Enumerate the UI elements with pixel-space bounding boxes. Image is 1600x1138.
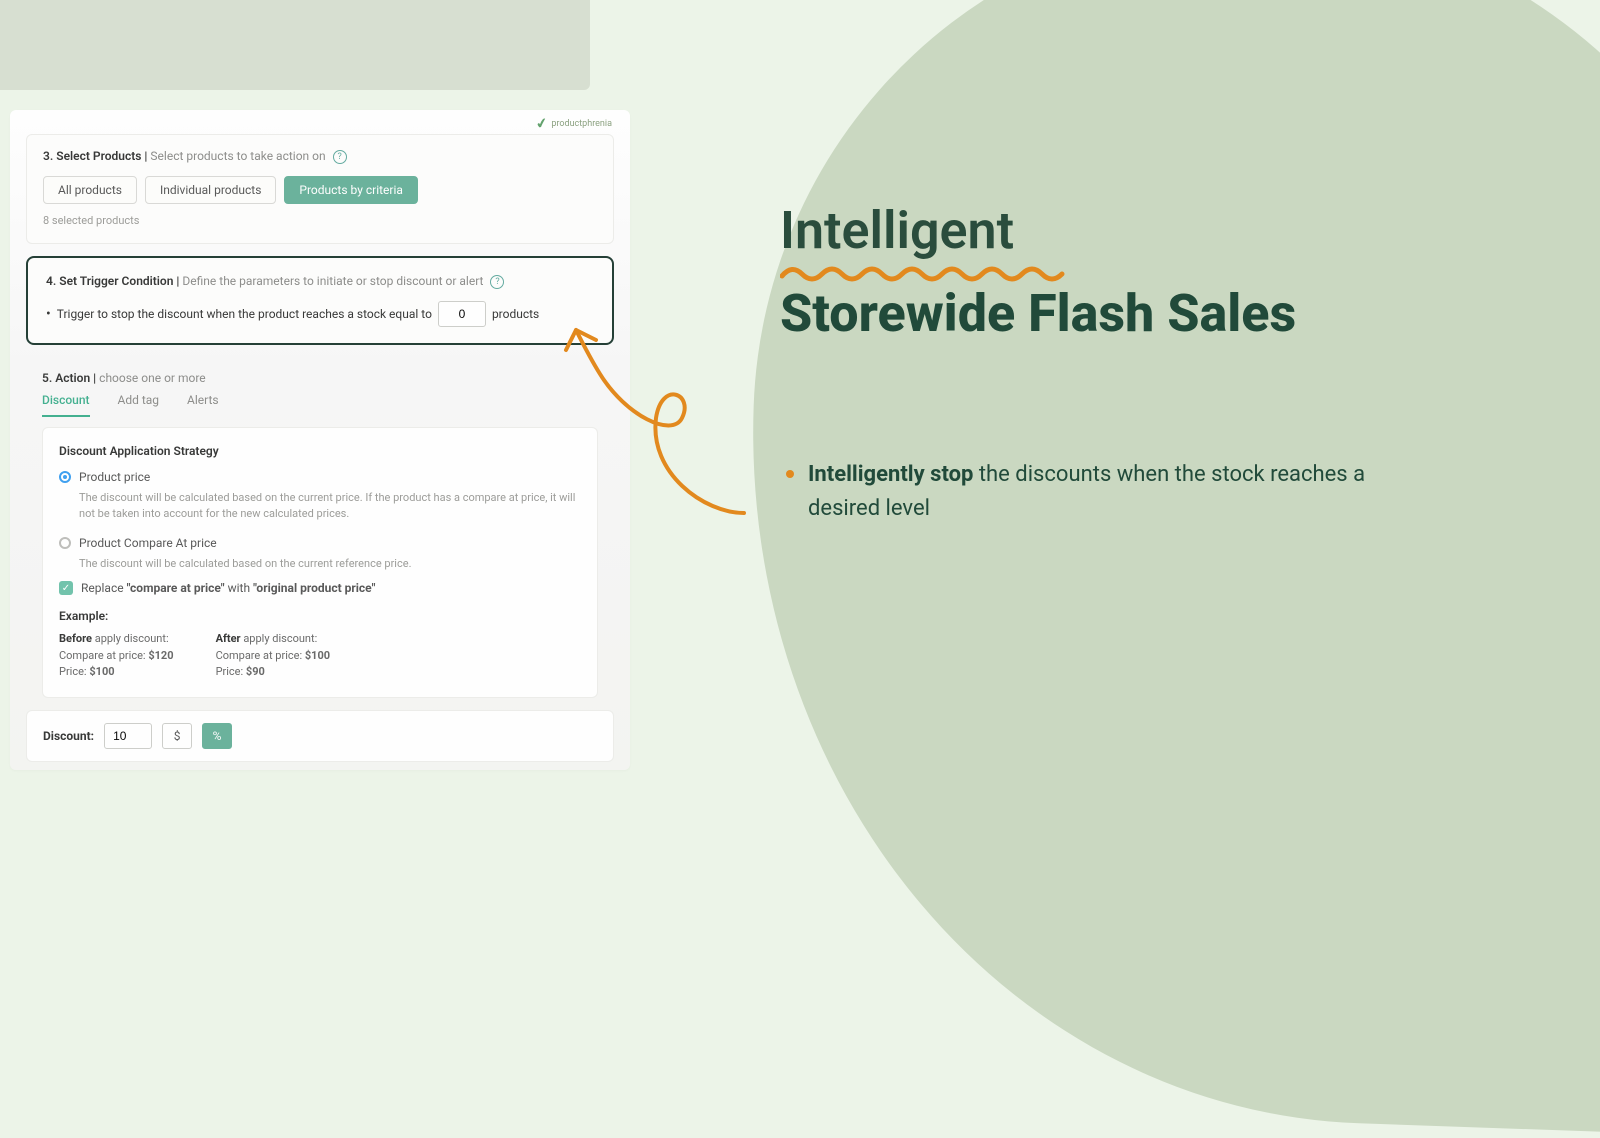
panel-select-products: 3. Select Products | Select products to … <box>26 134 614 244</box>
tab-discount[interactable]: Discount <box>42 393 90 417</box>
tab-add-tag[interactable]: Add tag <box>118 393 160 417</box>
panel-action: 5. Action | choose one or more Discount … <box>26 357 614 698</box>
logo-mark-icon: ✔ <box>534 115 549 133</box>
callout-arrow-icon <box>554 318 794 528</box>
opt2-desc: The discount will be calculated based on… <box>79 556 581 572</box>
strategy-title: Discount Application Strategy <box>59 444 581 458</box>
replace-checkbox[interactable]: ✓ <box>59 581 73 595</box>
step4-heading: 4. Set Trigger Condition <box>46 274 173 288</box>
strategy-card: Discount Application Strategy Product pr… <box>42 427 598 698</box>
bullet-icon: • <box>46 306 51 322</box>
selected-count: 8 selected products <box>43 214 597 227</box>
all-products-button[interactable]: All products <box>43 176 137 204</box>
step3-sub: Select products to take action on <box>150 149 325 163</box>
brand-logo: ✔ productphrenia <box>536 116 612 132</box>
panel-trigger-condition: 4. Set Trigger Condition | Define the pa… <box>26 256 614 345</box>
opt2-label: Product Compare At price <box>79 536 217 550</box>
trigger-stock-input[interactable] <box>438 301 486 327</box>
discount-bar: Discount: $ % <box>26 710 614 762</box>
trigger-text-prefix: Trigger to stop the discount when the pr… <box>57 307 432 321</box>
headline-line1: Intelligent <box>780 200 1014 261</box>
opt1-desc: The discount will be calculated based on… <box>79 490 581 522</box>
replace-text: Replace "compare at price" with "origina… <box>81 581 375 595</box>
radio-product-price[interactable] <box>59 471 71 483</box>
products-by-criteria-button[interactable]: Products by criteria <box>284 176 418 204</box>
opt1-label: Product price <box>79 470 150 484</box>
callout-text: Intelligently stop the discounts when th… <box>786 458 1426 526</box>
app-settings-card: ✔ productphrenia 3. Select Products | Se… <box>10 110 630 770</box>
individual-products-button[interactable]: Individual products <box>145 176 276 204</box>
example-label: Example: <box>59 609 581 623</box>
step4-sub: Define the parameters to initiate or sto… <box>182 274 483 288</box>
help-icon[interactable]: ? <box>490 275 504 289</box>
unit-dollar-button[interactable]: $ <box>162 723 192 749</box>
unit-percent-button[interactable]: % <box>202 723 232 749</box>
tab-alerts[interactable]: Alerts <box>187 393 219 417</box>
radio-compare-at-price[interactable] <box>59 537 71 549</box>
discount-value-input[interactable] <box>104 723 152 749</box>
callout-bold: Intelligently stop <box>808 462 973 487</box>
trigger-text-suffix: products <box>492 307 539 321</box>
example-columns: Before apply discount: Compare at price:… <box>59 631 581 681</box>
help-icon[interactable]: ? <box>333 150 347 164</box>
discount-label: Discount: <box>43 729 94 743</box>
squiggle-underline-icon <box>780 262 1070 282</box>
step5-heading: 5. Action <box>42 371 90 385</box>
brand-text: productphrenia <box>551 119 612 129</box>
headline-line2: Storewide Flash Sales <box>780 283 1296 344</box>
step3-heading: 3. Select Products <box>43 149 141 163</box>
step5-sub: choose one or more <box>99 371 206 385</box>
